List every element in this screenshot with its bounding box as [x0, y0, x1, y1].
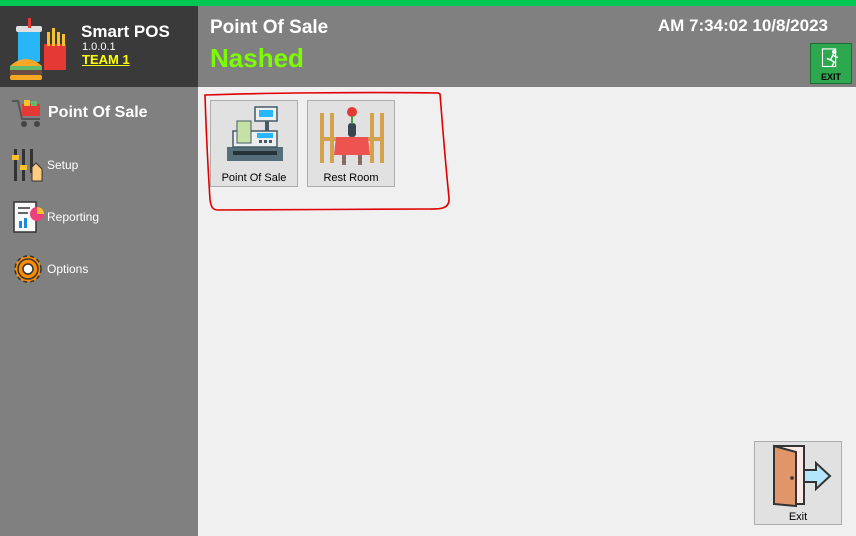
sidebar: Point Of Sale Setup Reporting Options [0, 87, 198, 536]
exit-door-icon [773, 444, 832, 508]
cash-register-icon [227, 106, 283, 161]
dining-table-icon [320, 107, 384, 165]
header-exit-label: EXIT [820, 72, 841, 82]
gear-icon [14, 255, 42, 283]
header-exit-button[interactable]: EXIT [810, 43, 852, 84]
team-link[interactable]: TEAM 1 [82, 52, 130, 67]
clock: AM 7:34:02 10/8/2023 [657, 16, 828, 35]
header-bar: Point Of Sale Nashed AM 7:34:02 10/8/202… [198, 6, 856, 87]
sliders-icon [12, 149, 43, 182]
sidebar-item-setup[interactable]: Setup [10, 147, 78, 183]
app-name: Smart POS [81, 22, 170, 41]
sidebar-item-label: Options [47, 262, 89, 276]
sidebar-item-label: Setup [47, 158, 79, 172]
sidebar-item-point-of-sale[interactable]: Point Of Sale [10, 95, 148, 131]
page-title: Point Of Sale [210, 17, 329, 38]
sidebar-item-options[interactable]: Options [10, 251, 88, 287]
brand-panel: Smart POS 1.0.0.1 TEAM 1 [0, 6, 198, 87]
tile-label: Rest Room [323, 172, 379, 184]
user-name: Nashed [210, 43, 304, 73]
cart-icon [12, 100, 40, 127]
report-icon [13, 201, 44, 233]
tile-point-of-sale[interactable]: Point Of Sale [210, 100, 298, 187]
sidebar-item-label: Point Of Sale [48, 104, 148, 121]
tile-label: Point Of Sale [221, 172, 287, 184]
exit-label: Exit [788, 511, 808, 523]
sidebar-item-label: Reporting [47, 210, 100, 224]
fast-food-logo-icon [10, 18, 66, 80]
tile-rest-room[interactable]: Rest Room [307, 100, 395, 187]
sidebar-item-reporting[interactable]: Reporting [10, 199, 99, 235]
exit-button[interactable]: Exit [754, 441, 842, 525]
